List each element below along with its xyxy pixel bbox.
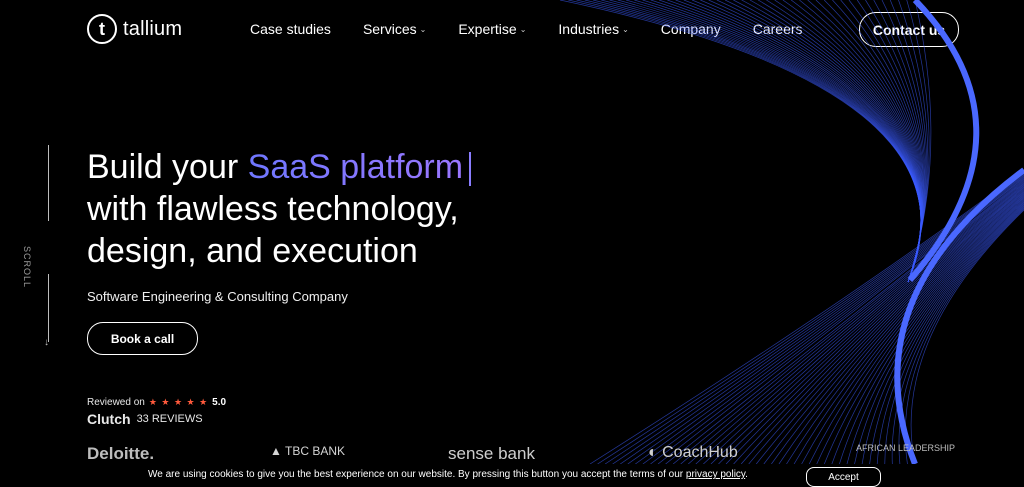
cookie-period: . bbox=[745, 469, 748, 480]
nav-label: Services bbox=[362, 21, 417, 37]
art-curve bbox=[846, 201, 1024, 464]
logo[interactable]: t tallium bbox=[87, 14, 182, 44]
hero-line1-prefix: Build your bbox=[87, 148, 248, 186]
scroll-rail-bottom bbox=[48, 274, 49, 342]
art-curve bbox=[658, 0, 922, 283]
cookie-message: We are using cookies to give you the bes… bbox=[148, 469, 686, 480]
accept-cookies-button[interactable]: Accept bbox=[806, 467, 881, 487]
art-curve bbox=[848, 0, 924, 283]
nav-label: Expertise bbox=[458, 21, 517, 37]
clutch-logo: Clutch bbox=[87, 411, 131, 427]
art-curve bbox=[683, 0, 922, 283]
art-curve bbox=[642, 0, 922, 283]
cookie-text: We are using cookies to give you the bes… bbox=[148, 469, 748, 480]
book-a-call-button[interactable]: Book a call bbox=[87, 322, 198, 355]
hero-title: Build your SaaS platform with flawless t… bbox=[87, 146, 547, 272]
arrow-down-icon[interactable]: ↓ bbox=[44, 337, 49, 348]
decorative-line-art bbox=[559, 0, 1024, 464]
logo-text: tallium bbox=[123, 17, 183, 40]
hero-line3: design, and execution bbox=[87, 232, 418, 270]
privacy-policy-link[interactable]: privacy policy bbox=[686, 469, 745, 480]
art-curve bbox=[665, 179, 1024, 464]
nav-expertise[interactable]: Expertise ⌄ bbox=[458, 21, 526, 37]
typing-caret bbox=[469, 152, 472, 187]
client-logo-african-leadership: AFRICAN LEADERSHIP bbox=[856, 443, 956, 453]
logo-mark-icon: t bbox=[87, 14, 117, 44]
client-logo-deloitte: Deloitte. bbox=[87, 444, 155, 463]
scroll-label: SCROLL bbox=[22, 246, 32, 289]
art-curve bbox=[650, 0, 922, 283]
clutch-review-badge[interactable]: Reviewed on ★ ★ ★ ★ ★ 5.0 Clutch 33 REVI… bbox=[87, 397, 226, 427]
client-logo-text: CoachHub bbox=[662, 444, 738, 461]
art-curve bbox=[589, 169, 1024, 464]
art-curve bbox=[667, 0, 922, 283]
art-curve bbox=[763, 191, 1024, 464]
hero-subtitle: Software Engineering & Consulting Compan… bbox=[87, 289, 348, 304]
client-logo-coachhub: ◐ CoachHub bbox=[648, 444, 738, 461]
scroll-rail-top bbox=[48, 145, 49, 221]
review-count: 33 REVIEWS bbox=[136, 413, 203, 425]
client-logo-text: TBC BANK bbox=[285, 444, 346, 458]
art-curve bbox=[695, 182, 1024, 464]
art-curve bbox=[672, 179, 1024, 464]
hero-line2: with flawless technology, bbox=[87, 190, 459, 228]
chevron-down-icon: ⌄ bbox=[419, 24, 427, 34]
art-curve bbox=[627, 174, 1024, 464]
reviewed-on-label: Reviewed on bbox=[87, 397, 145, 408]
hero-line1-accent: SaaS platform bbox=[247, 148, 464, 186]
client-logo-sense-bank: sense bank bbox=[448, 444, 535, 463]
rating-value: 5.0 bbox=[212, 397, 227, 408]
art-curve bbox=[793, 194, 1024, 464]
nav-label: Case studies bbox=[250, 21, 331, 37]
nav-case-studies[interactable]: Case studies bbox=[250, 21, 331, 37]
client-logo-tbc-bank: ▲ TBC BANK bbox=[270, 444, 346, 458]
art-curve bbox=[840, 0, 924, 283]
star-rating-icon: ★ ★ ★ ★ ★ bbox=[148, 397, 209, 407]
nav-services[interactable]: Services ⌄ bbox=[363, 21, 426, 37]
art-curve bbox=[597, 170, 1024, 464]
